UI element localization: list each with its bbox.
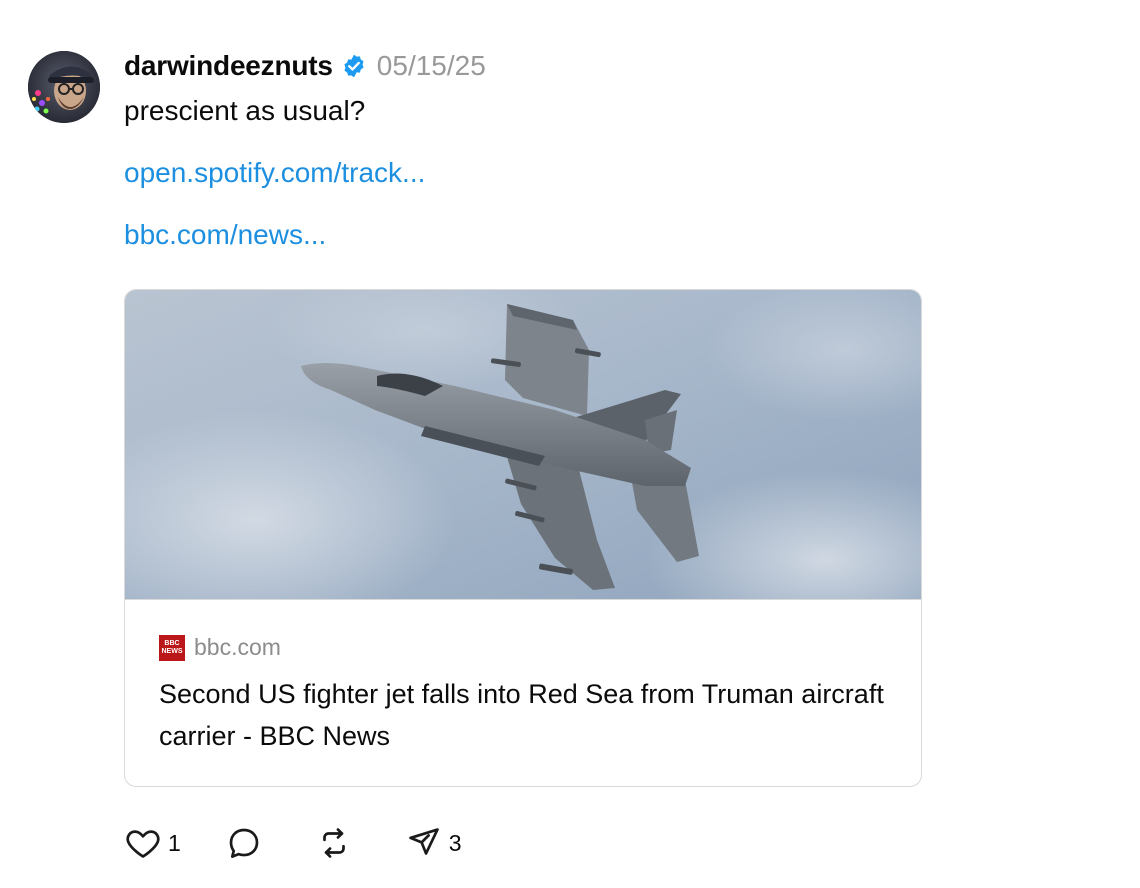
bbc-news-logo-icon: BBC NEWS (159, 634, 185, 661)
reply-bubble-icon (229, 828, 259, 858)
like-button[interactable]: 1 (124, 824, 181, 862)
spotify-link[interactable]: open.spotify.com/track... (124, 157, 425, 189)
fighter-jet-image (125, 290, 921, 600)
heart-icon (126, 830, 160, 858)
verified-badge-icon (341, 53, 367, 79)
username[interactable]: darwindeeznuts (124, 50, 333, 82)
avatar-image (28, 51, 100, 123)
reply-button[interactable] (225, 824, 263, 862)
card-source: BBC NEWS bbc.com (159, 634, 281, 661)
card-title: Second US fighter jet falls into Red Sea… (159, 679, 884, 751)
post-container: darwindeeznuts 05/15/25 prescient as usu… (0, 0, 1140, 888)
bbc-logo-bottom: NEWS (161, 647, 183, 655)
post-text: prescient as usual? (124, 95, 366, 126)
action-bar: 1 3 (124, 823, 462, 863)
send-icon (408, 828, 439, 855)
share-button[interactable]: 3 (405, 824, 462, 862)
repost-button[interactable] (315, 824, 353, 862)
bbc-link[interactable]: bbc.com/news... (124, 219, 326, 251)
avatar[interactable] (28, 51, 100, 123)
share-count: 3 (448, 829, 462, 856)
link-preview-card[interactable]: BBC NEWS bbc.com Second US fighter jet f… (124, 289, 922, 787)
repost-icon (322, 828, 345, 858)
bbc-logo-top: BBC (164, 639, 180, 647)
post-header: darwindeeznuts 05/15/25 (124, 47, 486, 85)
post-date[interactable]: 05/15/25 (377, 50, 486, 82)
source-domain: bbc.com (194, 634, 281, 660)
like-count: 1 (168, 829, 181, 856)
